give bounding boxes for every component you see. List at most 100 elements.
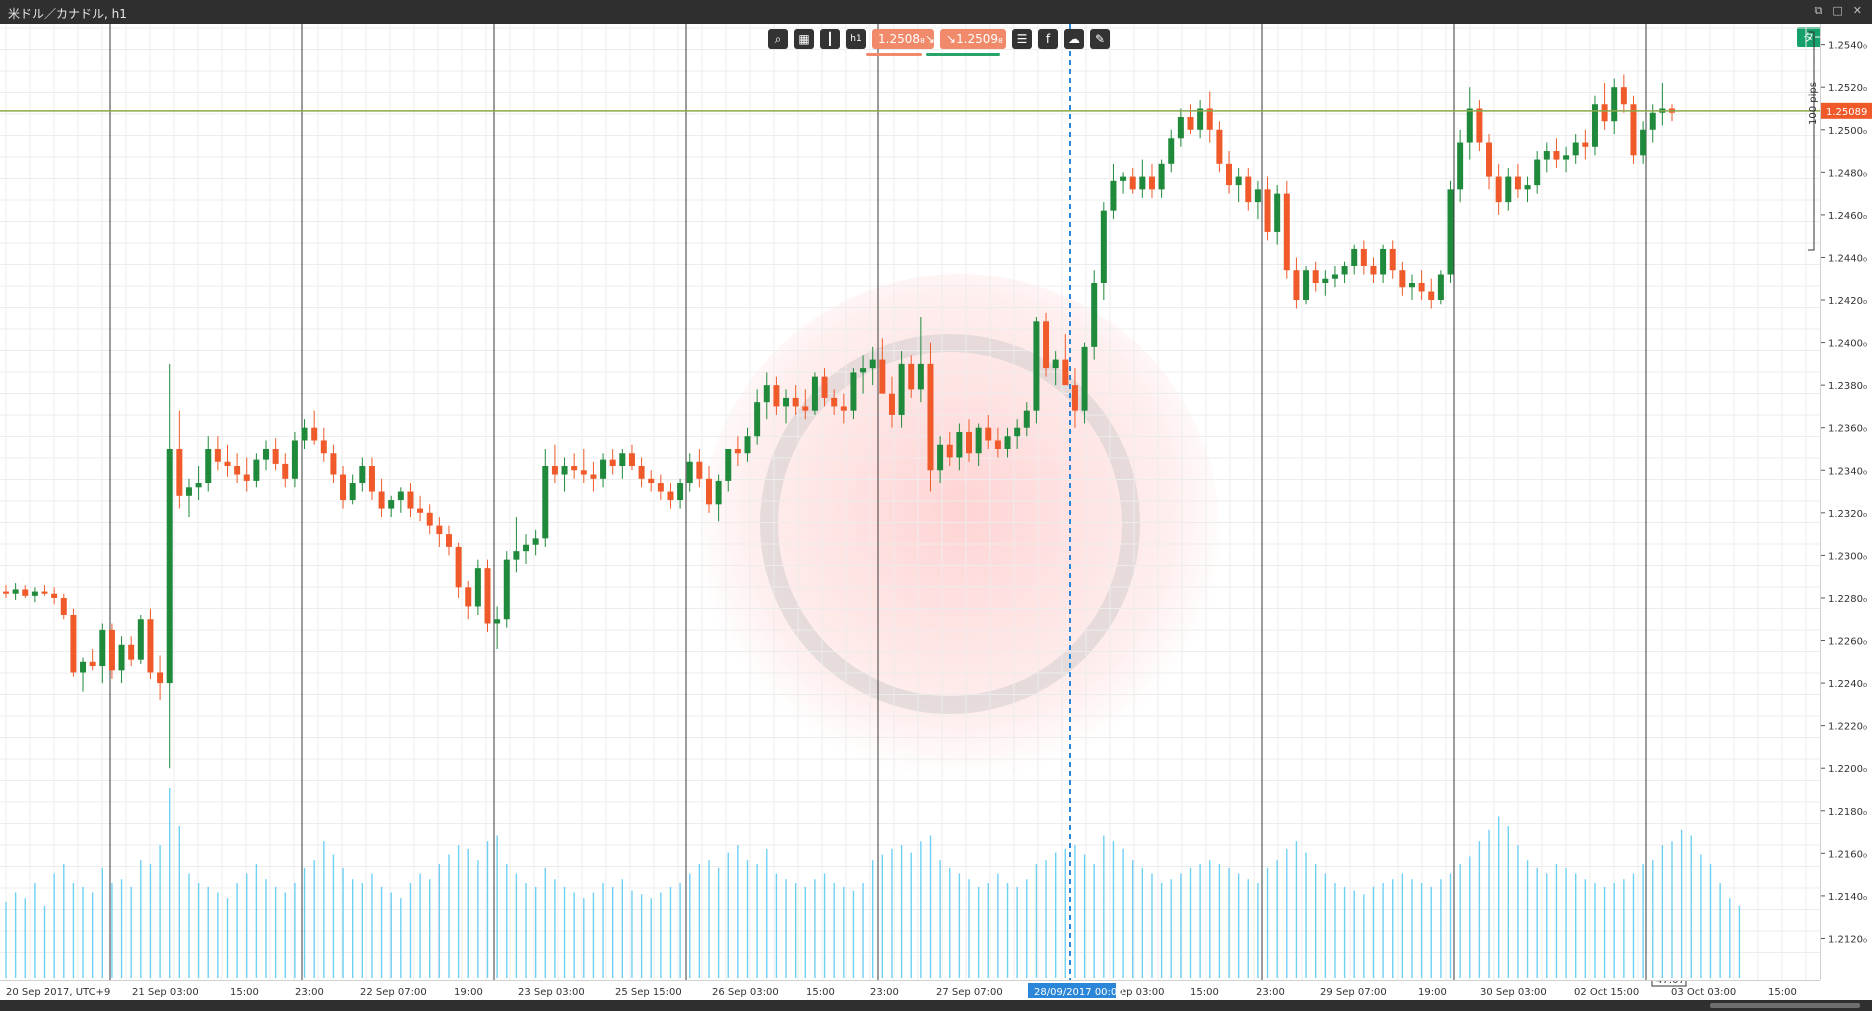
candle-body: [821, 376, 828, 398]
candle-body: [1081, 346, 1088, 411]
candle-body: [917, 363, 924, 390]
candle-body: [590, 474, 597, 479]
current-price-label: 1.25089: [1826, 107, 1867, 118]
candle-body: [494, 619, 501, 624]
candle-body: [937, 444, 944, 471]
candle-body: [802, 406, 809, 411]
candles-icon[interactable]: ┃: [820, 29, 840, 49]
chart-area[interactable]: [0, 24, 1820, 980]
candle-body: [1534, 159, 1541, 186]
candle-body: [532, 538, 539, 545]
price-label: 1.2520₀: [1828, 83, 1867, 94]
candle-body: [1418, 282, 1425, 292]
detach-icon[interactable]: ⧉: [1815, 4, 1823, 18]
candle-body: [657, 483, 664, 492]
candle-body: [445, 534, 452, 547]
candle-body: [1611, 87, 1618, 122]
candle-body: [966, 431, 973, 454]
price-chart[interactable]: [0, 24, 1820, 980]
price-label: 1.2540₀: [1828, 41, 1867, 52]
candle-body: [763, 385, 770, 403]
candle-body: [850, 372, 857, 411]
maximize-icon[interactable]: □: [1832, 4, 1842, 18]
candle-body: [542, 466, 549, 539]
time-label: 23:00: [1256, 987, 1285, 998]
close-icon[interactable]: ✕: [1853, 4, 1862, 18]
pips-bracket: [1808, 31, 1815, 251]
candle-body: [1505, 176, 1512, 203]
candle-body: [166, 448, 173, 684]
sell-button[interactable]: 1.2508₈ ↘: [872, 29, 935, 49]
candle-body: [1158, 163, 1165, 190]
candle-body: [1331, 274, 1338, 279]
candle-body: [1148, 176, 1155, 190]
buy-button[interactable]: ↘ 1.2509₈: [940, 29, 1006, 49]
time-axis[interactable]: 20 Sep 2017, UTC+9 21 Sep 03:00 15:00 23:00…: [0, 970, 1820, 1001]
price-label: 1.2120₀: [1828, 934, 1867, 945]
candle-body: [349, 483, 356, 501]
pips-label: 100 pips: [1808, 82, 1819, 125]
time-label: 19:00: [454, 987, 483, 998]
candle-body: [378, 491, 385, 509]
candle-body: [879, 359, 886, 394]
candle-body: [1428, 291, 1435, 301]
candle-body: [41, 591, 48, 594]
candle-body: [128, 644, 135, 660]
candle-body: [1168, 138, 1175, 164]
candle-body: [455, 546, 462, 588]
zoom-icon[interactable]: ⌕: [768, 29, 788, 49]
candle-body: [1437, 274, 1444, 301]
candle-body: [31, 591, 38, 596]
candle-body: [157, 672, 164, 684]
candle-body: [1303, 270, 1310, 301]
candle-body: [407, 491, 414, 509]
candle-body: [571, 466, 578, 471]
candle-body: [118, 644, 125, 671]
candle-body: [1466, 108, 1473, 143]
candle-body: [860, 368, 867, 373]
candle-body: [600, 459, 607, 479]
candle-body: [1360, 248, 1367, 266]
candle-body: [1572, 142, 1579, 156]
time-label: 25 Sep 15:00: [615, 987, 682, 998]
candle-body: [1582, 142, 1589, 147]
candle-body: [1177, 116, 1184, 139]
time-label: 15:00: [806, 987, 835, 998]
candle-body: [22, 589, 29, 596]
candle-body: [1052, 359, 1059, 369]
timeframe-icon[interactable]: h1: [846, 29, 866, 49]
candle-body: [1630, 104, 1637, 156]
candle-body: [1062, 359, 1069, 386]
chart-type-icon[interactable]: ▦: [794, 29, 814, 49]
candle-body: [677, 483, 684, 501]
time-label: 27 Sep 07:00: [936, 987, 1003, 998]
candle-body: [12, 589, 19, 594]
candle-body: [1226, 163, 1233, 186]
time-label: 15:00: [230, 987, 259, 998]
fb-icon[interactable]: f: [1038, 29, 1058, 49]
candle-body: [619, 453, 626, 467]
list-icon[interactable]: ☰: [1012, 29, 1032, 49]
buy-price: 1.2509₈: [956, 32, 1003, 46]
candle-body: [1023, 410, 1030, 428]
candle-body: [811, 376, 818, 411]
candle-body: [994, 440, 1001, 449]
candle-body: [60, 597, 67, 615]
window-controls: ⧉ □ ✕: [1815, 4, 1862, 18]
candle-body: [946, 444, 953, 458]
candle-body: [888, 393, 895, 415]
drawing-icon[interactable]: ✎: [1090, 29, 1110, 49]
candle-body: [89, 661, 96, 667]
candle-body: [263, 448, 270, 460]
candle-body: [1514, 176, 1521, 190]
horizontal-scrollbar[interactable]: [0, 1000, 1872, 1011]
candle-body: [147, 619, 154, 673]
price-axis[interactable]: 1.2540₀ 1.2520₀ 1.2500₀ 1.2480₀ 1.2460₀ 1.244…: [1820, 24, 1872, 980]
candle-body: [1553, 151, 1560, 160]
candle-body: [1495, 176, 1502, 203]
cloud-icon[interactable]: ☁: [1064, 29, 1084, 49]
scrollbar-thumb[interactable]: [1710, 1003, 1860, 1008]
candle-body: [1187, 116, 1194, 130]
time-label: 30 Sep 03:00: [1480, 987, 1547, 998]
candle-body: [1245, 176, 1252, 203]
